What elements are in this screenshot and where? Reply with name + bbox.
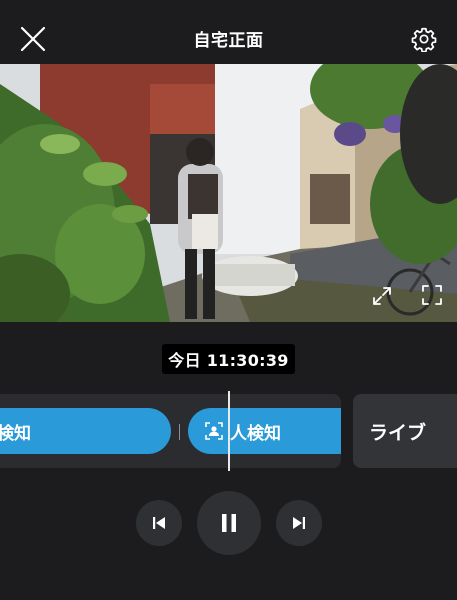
event-label: 人検知	[0, 423, 31, 444]
timeline-events: 人検知 人検知	[0, 394, 341, 468]
skip-previous-icon	[153, 517, 165, 529]
event-person-detection[interactable]: 人検知	[0, 408, 171, 454]
timeline-divider	[179, 424, 180, 440]
expand-button[interactable]	[368, 282, 396, 310]
live-button[interactable]: ライブ	[353, 394, 457, 468]
previous-button[interactable]	[136, 500, 182, 546]
expand-arrows-icon	[373, 287, 391, 305]
settings-button[interactable]	[405, 20, 443, 58]
pause-icon	[222, 514, 236, 532]
timeline-playhead[interactable]	[228, 391, 230, 471]
fullscreen-icon	[422, 285, 442, 305]
event-label: 人検知	[230, 423, 281, 444]
timestamp-label: 今日 11:30:39	[0, 344, 457, 374]
fullscreen-button[interactable]	[418, 281, 446, 309]
skip-next-icon	[293, 517, 305, 529]
gear-icon	[411, 27, 437, 52]
header-bar: 自宅正面	[0, 0, 457, 64]
timestamp-text: 今日 11:30:39	[162, 344, 295, 374]
event-person-detection[interactable]: 人検知	[188, 408, 341, 454]
person-icon	[204, 421, 224, 441]
page-title: 自宅正面	[193, 31, 264, 51]
camera-video[interactable]	[0, 64, 457, 322]
next-button[interactable]	[276, 500, 322, 546]
pause-button[interactable]	[197, 491, 261, 555]
